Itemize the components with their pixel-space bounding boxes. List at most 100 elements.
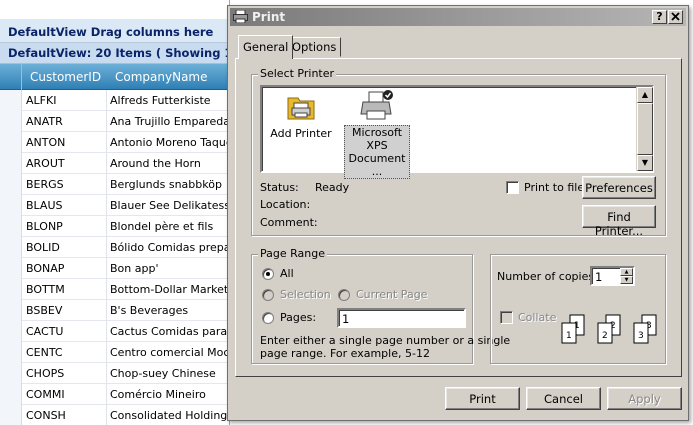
printer-label: Microsoft XPS Document ... (344, 125, 410, 179)
copies-input[interactable]: 1 ▲ ▼ (590, 266, 635, 286)
radio-all[interactable] (262, 268, 274, 280)
radio-selection[interactable] (262, 289, 274, 301)
cell-companyname: Blondel père et fils (110, 220, 214, 233)
page-range-hint-line-1: Enter either a single page number or a s… (260, 334, 511, 347)
table-row[interactable]: ANTON Antonio Moreno Taquería (0, 132, 229, 153)
dialog-title: Print (252, 10, 286, 24)
row-header[interactable] (0, 384, 22, 405)
grid-header: CustomerID CompanyName (0, 64, 229, 90)
radio-pages[interactable] (262, 312, 274, 324)
row-header[interactable] (0, 90, 22, 111)
cell-customerid: BONAP (26, 262, 65, 275)
table-row[interactable]: BONAP Bon app' (0, 258, 229, 279)
svg-text:3: 3 (638, 331, 644, 341)
table-row[interactable]: ALFKI Alfreds Futterkiste (0, 90, 229, 111)
scroll-up-button[interactable]: ▲ (637, 87, 653, 103)
printer-label-line-2: Document ... (348, 152, 406, 178)
cell-customerid: CONSH (26, 409, 66, 422)
collate-checkbox[interactable] (500, 311, 513, 324)
cell-companyname: Alfreds Futterkiste (110, 94, 211, 107)
table-row[interactable]: BLONP Blondel père et fils (0, 216, 229, 237)
table-row[interactable]: CENTC Centro comercial Moctezuma (0, 342, 229, 363)
cell-companyname: Bottom-Dollar Markets (110, 283, 228, 296)
printer-label-line-1: Microsoft XPS (351, 126, 403, 152)
cell-companyname: Blauer See Delikatessen (110, 199, 228, 212)
table-row[interactable]: BOTTM Bottom-Dollar Markets (0, 279, 229, 300)
printer-list[interactable]: Add Printer Microsoft XPS Document ... ▲… (260, 85, 654, 179)
svg-text:2: 2 (602, 331, 608, 341)
row-header[interactable] (0, 300, 22, 321)
row-header[interactable] (0, 153, 22, 174)
table-row[interactable]: BOLID Bólido Comidas preparadas (0, 237, 229, 258)
cell-customerid: AROUT (26, 157, 65, 170)
cell-customerid: BERGS (26, 178, 64, 191)
table-row[interactable]: BERGS Berglunds snabbköp (0, 174, 229, 195)
row-header[interactable] (0, 363, 22, 384)
close-button[interactable] (668, 10, 683, 24)
table-row[interactable]: CHOPS Chop-suey Chinese (0, 363, 229, 384)
row-header[interactable] (0, 237, 22, 258)
apply-button[interactable]: Apply (607, 387, 682, 410)
title-bar[interactable]: Print ? (230, 8, 686, 26)
row-header[interactable] (0, 321, 22, 342)
printer-item-microsoft-xps[interactable]: Microsoft XPS Document ... (340, 89, 414, 179)
column-header-customerid[interactable]: CustomerID (30, 70, 101, 84)
radio-current-page[interactable] (338, 289, 350, 301)
row-header[interactable] (0, 342, 22, 363)
table-row[interactable]: CACTU Cactus Comidas para llevar (0, 321, 229, 342)
print-to-file-checkbox[interactable] (506, 181, 519, 194)
group-by-bar[interactable]: DefaultView Drag columns here (0, 19, 229, 43)
row-header[interactable] (0, 216, 22, 237)
row-header[interactable] (0, 279, 22, 300)
collate-illustration-icon: 1 1 2 2 3 3 (561, 314, 657, 344)
print-button[interactable]: Print (445, 387, 520, 410)
cell-companyname: Bon app' (110, 262, 159, 275)
column-divider (106, 132, 107, 153)
customer-grid: DefaultView Drag columns here DefaultVie… (0, 0, 230, 425)
pages-input[interactable]: 1 (337, 308, 466, 328)
cell-customerid: CENTC (26, 346, 63, 359)
find-printer-button[interactable]: Find Printer... (582, 205, 656, 238)
scroll-down-button[interactable]: ▼ (637, 155, 653, 171)
column-divider (106, 384, 107, 405)
copies-spinner[interactable]: ▲ ▼ (620, 268, 633, 284)
table-row[interactable]: AROUT Around the Horn (0, 153, 229, 174)
printer-icon (360, 90, 393, 120)
table-row[interactable]: ANATR Ana Trujillo Emparedados (0, 111, 229, 132)
table-row[interactable]: COMMI Comércio Mineiro (0, 384, 229, 405)
column-divider (106, 363, 107, 384)
column-header-companyname[interactable]: CompanyName (115, 70, 208, 84)
row-header[interactable] (0, 111, 22, 132)
spin-up-button[interactable]: ▲ (620, 268, 633, 276)
cell-companyname: Antonio Moreno Taquería (110, 136, 228, 149)
cell-companyname: B's Beverages (110, 304, 189, 317)
row-header-corner (0, 64, 22, 90)
row-header[interactable] (0, 195, 22, 216)
row-header[interactable] (0, 405, 22, 425)
svg-text:1: 1 (566, 331, 572, 341)
column-divider (106, 216, 107, 237)
add-printer-item[interactable]: Add Printer (270, 91, 332, 140)
scroll-thumb[interactable] (637, 103, 653, 155)
table-row[interactable]: BLAUS Blauer See Delikatessen (0, 195, 229, 216)
radio-pages-label: Pages: (280, 311, 317, 324)
row-header[interactable] (0, 174, 22, 195)
grid-summary: DefaultView: 20 Items ( Showing 1 to 12 (0, 43, 229, 64)
preferences-button[interactable]: Preferences (582, 176, 656, 199)
help-button[interactable]: ? (652, 10, 667, 24)
cell-companyname: Ana Trujillo Emparedados (110, 115, 228, 128)
tab-general[interactable]: General (238, 35, 294, 59)
table-row[interactable]: BSBEV B's Beverages (0, 300, 229, 321)
cancel-button[interactable]: Cancel (526, 387, 601, 410)
table-row[interactable]: CONSH Consolidated Holdings (0, 405, 229, 425)
column-divider (106, 258, 107, 279)
radio-current-page-label: Current Page (356, 288, 428, 301)
printer-list-scrollbar[interactable]: ▲ ▼ (636, 87, 653, 171)
page-range-title: Page Range (258, 247, 327, 260)
row-header[interactable] (0, 132, 22, 153)
row-header[interactable] (0, 258, 22, 279)
cell-customerid: BLONP (26, 220, 63, 233)
status-value: Ready (315, 181, 350, 194)
spin-down-button[interactable]: ▼ (620, 276, 633, 284)
tab-options[interactable]: Options (287, 37, 342, 57)
